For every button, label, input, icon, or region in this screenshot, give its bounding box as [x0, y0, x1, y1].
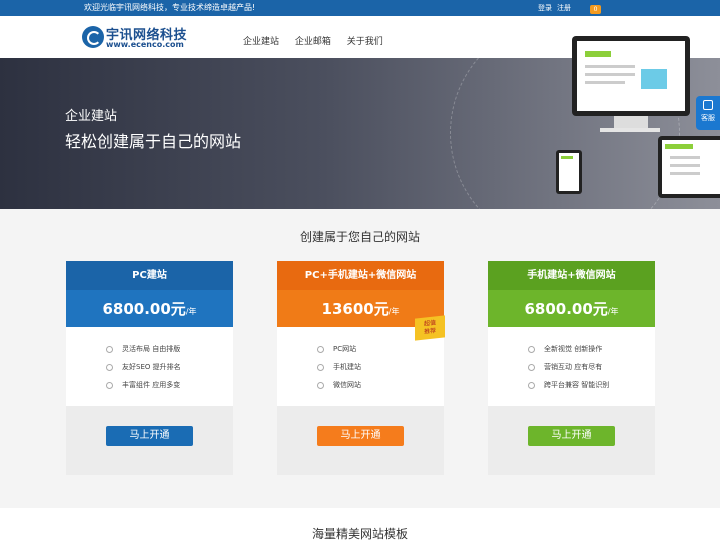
- monitor-base: [600, 128, 660, 132]
- plan-footer: 马上开通: [66, 406, 233, 475]
- plan-name: PC+手机建站+微信网站: [277, 261, 444, 290]
- pricing-section-title: 创建属于您自己的网站: [299, 230, 420, 244]
- list-item: 营销互动 应有尽有: [528, 358, 655, 376]
- plan-features: 灵活布局 自由排版 友好SEO 提升排名 丰富组件 应用多变: [66, 327, 233, 407]
- plan-name: PC建站: [66, 261, 233, 290]
- subscribe-button-combo[interactable]: 马上开通: [317, 426, 404, 446]
- plan-price: 6800.00元/年: [488, 290, 655, 327]
- phone-illustration: [556, 150, 582, 194]
- register-link[interactable]: 注册: [557, 3, 571, 13]
- plan-name: 手机建站+微信网站: [488, 261, 655, 290]
- list-item: 友好SEO 提升排名: [106, 358, 233, 376]
- chat-icon: [703, 100, 713, 110]
- list-item: PC网站: [317, 340, 444, 358]
- top-bar: 欢迎光临宇讯网络科技，专业技术缔造卓越产品! 登录 注册 0: [0, 0, 720, 16]
- desktop-monitor-illustration: [572, 36, 690, 116]
- plan-card-pc: PC建站 6800.00元/年 灵活布局 自由排版 友好SEO 提升排名 丰富组…: [66, 261, 233, 475]
- check-icon: [106, 363, 113, 371]
- cart-badge[interactable]: 0: [590, 5, 601, 14]
- list-item: 丰富组件 应用多变: [106, 376, 233, 394]
- check-icon: [528, 345, 535, 353]
- plan-features: 全新视觉 创新操作 营销互动 应有尽有 跨平台兼容 智能识别: [488, 327, 655, 407]
- login-link[interactable]: 登录: [538, 3, 552, 13]
- nav-item-about-us[interactable]: 关于我们: [347, 37, 383, 47]
- check-icon: [106, 345, 113, 353]
- banner-title: 轻松创建属于自己的网站: [65, 132, 242, 151]
- recommend-badge: 超值 推荐: [415, 315, 445, 341]
- nav-item-site-building[interactable]: 企业建站: [243, 37, 279, 47]
- list-item: 跨平台兼容 智能识别: [528, 376, 655, 394]
- list-item: 微信网站: [317, 376, 444, 394]
- plan-card-pc-mobile-wechat: PC+手机建站+微信网站 13600元/年 超值 推荐 PC网站 手机建站 微信网…: [277, 261, 445, 475]
- check-icon: [528, 381, 535, 389]
- list-item: 全新视觉 创新操作: [528, 340, 655, 358]
- welcome-text: 欢迎光临宇讯网络科技，专业技术缔造卓越产品!: [84, 3, 256, 12]
- plan-footer: 马上开通: [277, 406, 444, 475]
- plan-price: 6800.00元/年: [66, 290, 233, 327]
- logo-icon[interactable]: [82, 26, 104, 48]
- check-icon: [106, 381, 113, 389]
- list-item: 手机建站: [317, 358, 444, 376]
- nav-item-enterprise-mail[interactable]: 企业邮箱: [295, 37, 331, 47]
- check-icon: [317, 363, 324, 371]
- check-icon: [317, 345, 324, 353]
- list-item: 灵活布局 自由排版: [106, 340, 233, 358]
- banner-subtitle: 企业建站: [65, 109, 118, 124]
- templates-title: 海量精美网站模板: [311, 527, 408, 540]
- plan-card-mobile-wechat: 手机建站+微信网站 6800.00元/年 全新视觉 创新操作 营销互动 应有尽有…: [488, 261, 655, 475]
- subscribe-button-mobile[interactable]: 马上开通: [528, 426, 615, 446]
- templates-section: 海量精美网站模板: [0, 508, 720, 540]
- customer-service-button[interactable]: 客服: [696, 96, 720, 130]
- check-icon: [528, 363, 535, 371]
- plan-footer: 马上开通: [488, 406, 655, 475]
- check-icon: [317, 381, 324, 389]
- subscribe-button-pc[interactable]: 马上开通: [106, 426, 193, 446]
- service-label: 客服: [701, 114, 715, 122]
- logo-url[interactable]: www.ecenco.com: [106, 40, 184, 49]
- main-nav: 企业建站 企业邮箱 关于我们: [243, 34, 396, 47]
- tablet-illustration: [658, 136, 720, 198]
